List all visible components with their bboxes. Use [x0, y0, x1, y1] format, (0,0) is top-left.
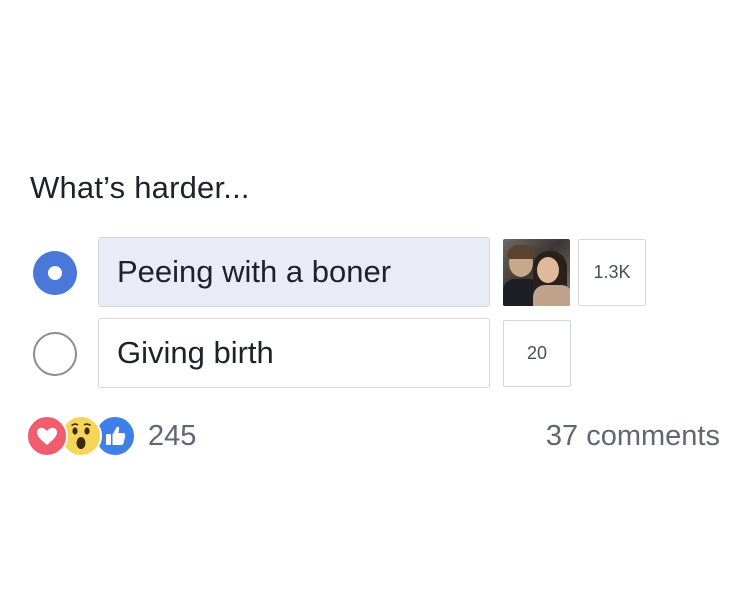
- voter-avatar[interactable]: [503, 239, 570, 306]
- love-icon: [26, 415, 68, 457]
- poll-option-label: Giving birth: [117, 335, 274, 370]
- reaction-count: 245: [148, 419, 197, 452]
- poll-question: What’s harder...: [30, 170, 250, 205]
- avatar-photo-detail: [533, 285, 570, 306]
- vote-count-label: 1.3K: [593, 262, 631, 282]
- radio-button[interactable]: [33, 332, 77, 376]
- avatar-photo-detail: [537, 257, 559, 283]
- avatar-photo-detail: [507, 245, 535, 259]
- poll-option[interactable]: Peeing with a boner: [98, 237, 490, 307]
- vote-count[interactable]: 20: [503, 320, 571, 387]
- vote-count-label: 20: [526, 343, 548, 363]
- comments-link[interactable]: 37 comments: [546, 420, 720, 453]
- heart-glyph: [37, 427, 57, 445]
- radio-button-selected[interactable]: [33, 251, 77, 295]
- post-footer: 245 37 comments: [0, 412, 750, 462]
- reactions-summary[interactable]: 245: [26, 415, 197, 457]
- poll-option-row: Peeing with a boner 1.3K: [0, 237, 750, 309]
- vote-count[interactable]: 1.3K: [578, 239, 646, 306]
- poll-option-label: Peeing with a boner: [117, 254, 392, 289]
- poll-option-row: Giving birth 20: [0, 318, 750, 390]
- poll-option[interactable]: Giving birth: [98, 318, 490, 388]
